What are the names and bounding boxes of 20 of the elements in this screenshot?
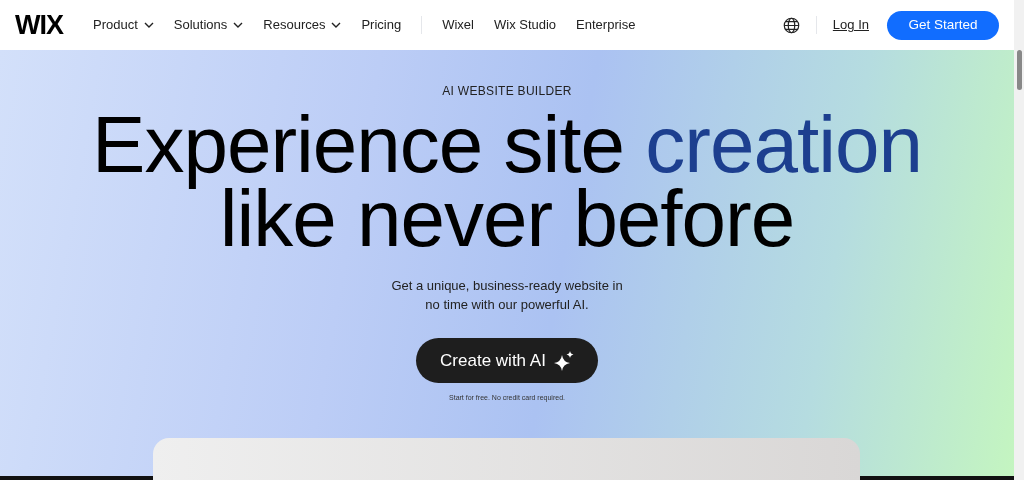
hero-headline: Experience site creation like never before bbox=[92, 108, 922, 256]
wix-logo[interactable]: WIX bbox=[15, 4, 63, 46]
chevron-down-icon bbox=[331, 22, 342, 28]
nav-link[interactable]: Solutions bbox=[173, 15, 244, 35]
scrollbar[interactable] bbox=[1014, 0, 1024, 480]
chevron-down-icon bbox=[143, 22, 154, 28]
nav-link[interactable]: Pricing bbox=[361, 15, 402, 35]
nav-link[interactable]: Resources bbox=[263, 15, 342, 35]
nav-link[interactable]: Wixel bbox=[442, 15, 474, 35]
nav-link[interactable]: Product bbox=[93, 15, 154, 35]
globe-icon[interactable] bbox=[782, 16, 800, 34]
nav-link[interactable]: Enterprise bbox=[576, 15, 636, 35]
login-link[interactable]: Log In bbox=[832, 15, 869, 35]
chevron-down-icon bbox=[233, 22, 244, 28]
get-started-button[interactable]: Get Started bbox=[887, 10, 999, 40]
create-with-ai-button[interactable]: Create with AI bbox=[416, 338, 598, 383]
eyebrow-label: AI WEBSITE BUILDER bbox=[442, 83, 572, 100]
hero-subtitle: Get a unique, business-ready website in no time with our powerful AI. bbox=[390, 277, 624, 314]
sparkle-icon bbox=[553, 350, 574, 371]
nav-link[interactable]: Wix Studio bbox=[493, 15, 557, 35]
